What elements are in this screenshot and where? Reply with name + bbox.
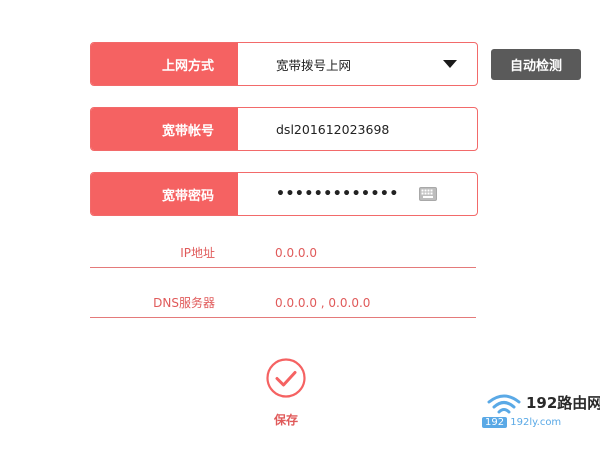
auto-detect-button[interactable]: 自动检测 (491, 49, 581, 80)
ip-address-value: 0.0.0.0 (275, 245, 317, 260)
dns-server-value: 0.0.0.0 , 0.0.0.0 (275, 295, 371, 310)
keyboard-icon[interactable] (419, 187, 437, 201)
connection-type-label: 上网方式 (91, 43, 238, 85)
dns-server-label: DNS服务器 (153, 296, 215, 310)
account-input[interactable]: dsl201612023698 (238, 108, 477, 150)
watermark-title: 192路由网 (526, 394, 600, 412)
password-input[interactable]: ••••••••••••• (238, 173, 477, 215)
wifi-icon (487, 394, 521, 414)
watermark-number: 192 (482, 417, 508, 428)
chevron-down-icon[interactable] (443, 60, 457, 68)
site-watermark: 192路由网 192 192ly.com (482, 390, 600, 432)
watermark-site: 192ly.com (510, 417, 562, 428)
account-value: dsl201612023698 (276, 121, 390, 137)
dns-server-row: DNS服务器 0.0.0.0 , 0.0.0.0 (90, 288, 476, 318)
save-button[interactable]: 保存 (262, 358, 310, 428)
account-row: 宽带帐号 dsl201612023698 (90, 107, 478, 151)
account-label: 宽带帐号 (91, 108, 238, 150)
password-label: 宽带密码 (91, 173, 238, 215)
save-label: 保存 (273, 413, 298, 427)
watermark-subtitle: 192 192ly.com (482, 417, 561, 428)
check-circle-icon[interactable] (266, 358, 306, 398)
wan-settings-page: 上网方式 宽带拨号上网 自动检测 宽带帐号 dsl201612023698 宽带… (0, 0, 600, 450)
ip-address-row: IP地址 0.0.0.0 (90, 238, 476, 268)
connection-type-select[interactable]: 宽带拨号上网 (238, 43, 477, 85)
password-value: ••••••••••••• (276, 186, 399, 202)
connection-type-value: 宽带拨号上网 (276, 57, 352, 73)
password-row: 宽带密码 ••••••••••••• (90, 172, 478, 216)
connection-type-row: 上网方式 宽带拨号上网 (90, 42, 478, 86)
ip-address-label: IP地址 (180, 246, 215, 260)
